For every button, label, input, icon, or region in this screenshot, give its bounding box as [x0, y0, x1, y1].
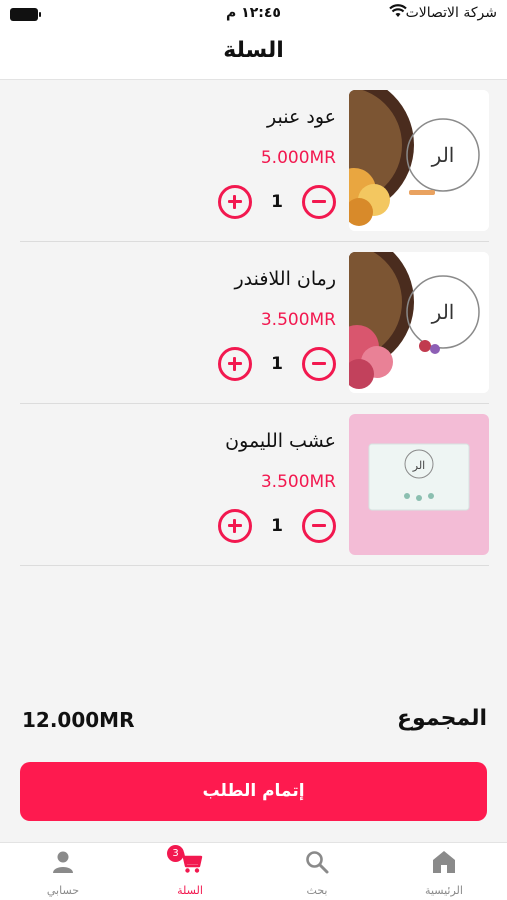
- quantity-stepper: 1: [216, 508, 336, 544]
- cart-item: ﺍﻟﺮ رمان اللافندر 3.500MR 1: [20, 242, 489, 404]
- svg-text:ﺍﻟﺮ: ﺍﻟﺮ: [431, 143, 455, 167]
- search-icon: [304, 849, 330, 875]
- increase-quantity-button[interactable]: [218, 185, 252, 219]
- tab-search[interactable]: بحث: [254, 843, 380, 900]
- tab-label: بحث: [306, 884, 328, 897]
- product-price: 5.000MR: [260, 148, 336, 168]
- status-time: ١٢:٤٥ م: [226, 5, 281, 21]
- product-price: 3.500MR: [260, 310, 336, 330]
- tab-label: الرئيسية: [425, 884, 463, 897]
- svg-text:ﺍﻟﺮ: ﺍﻟﺮ: [431, 300, 455, 324]
- svg-text:ﺍﻟﺮ: ﺍﻟﺮ: [412, 459, 425, 472]
- minus-icon: [312, 362, 326, 365]
- bottom-tab-bar: حسابي 3 السلة بحث الرئيسية: [0, 842, 507, 900]
- cart-item: ﺍﻟﺮ عود عنبر 5.000MR 1: [20, 80, 489, 242]
- tab-home[interactable]: الرئيسية: [381, 843, 507, 900]
- product-image[interactable]: ﺍﻟﺮ: [349, 90, 489, 231]
- total-label: المجموع: [397, 706, 487, 731]
- decrease-quantity-button[interactable]: [302, 509, 336, 543]
- tab-cart[interactable]: 3 السلة: [127, 843, 253, 900]
- cart-badge: 3: [167, 845, 184, 862]
- decrease-quantity-button[interactable]: [302, 347, 336, 381]
- quantity-value: 1: [271, 192, 283, 212]
- total-value: 12.000MR: [22, 708, 135, 732]
- tab-label: السلة: [177, 884, 203, 897]
- decrease-quantity-button[interactable]: [302, 185, 336, 219]
- tab-label: حسابي: [46, 884, 80, 897]
- checkout-button[interactable]: إتمام الطلب: [20, 762, 487, 821]
- quantity-value: 1: [271, 354, 283, 374]
- page-title: السلة: [223, 38, 284, 63]
- product-name: عود عنبر: [267, 106, 336, 128]
- product-price: 3.500MR: [260, 472, 336, 492]
- increase-quantity-button[interactable]: [218, 347, 252, 381]
- battery-icon: [10, 8, 41, 21]
- product-name: عشب الليمون: [225, 430, 336, 452]
- person-icon: [50, 849, 76, 875]
- product-image[interactable]: ﺍﻟﺮ: [349, 414, 489, 555]
- minus-icon: [312, 524, 326, 527]
- quantity-value: 1: [271, 516, 283, 536]
- home-icon: [431, 849, 457, 875]
- increase-quantity-button[interactable]: [218, 509, 252, 543]
- quantity-stepper: 1: [216, 346, 336, 382]
- minus-icon: [312, 200, 326, 203]
- cart-item: ﺍﻟﺮ عشب الليمون 3.500MR 1: [20, 404, 489, 566]
- status-bar: شركة الاتصالات ١٢:٤٥ م: [0, 0, 507, 30]
- tab-account[interactable]: حسابي: [0, 843, 126, 900]
- quantity-stepper: 1: [216, 184, 336, 220]
- cart-icon: 3: [167, 845, 203, 875]
- product-name: رمان اللافندر: [234, 268, 336, 290]
- header: السلة: [0, 30, 507, 80]
- cart-list: ﺍﻟﺮ عود عنبر 5.000MR 1 ﺍﻟﺮ رمان اللافندر…: [20, 80, 489, 566]
- product-image[interactable]: ﺍﻟﺮ: [349, 252, 489, 393]
